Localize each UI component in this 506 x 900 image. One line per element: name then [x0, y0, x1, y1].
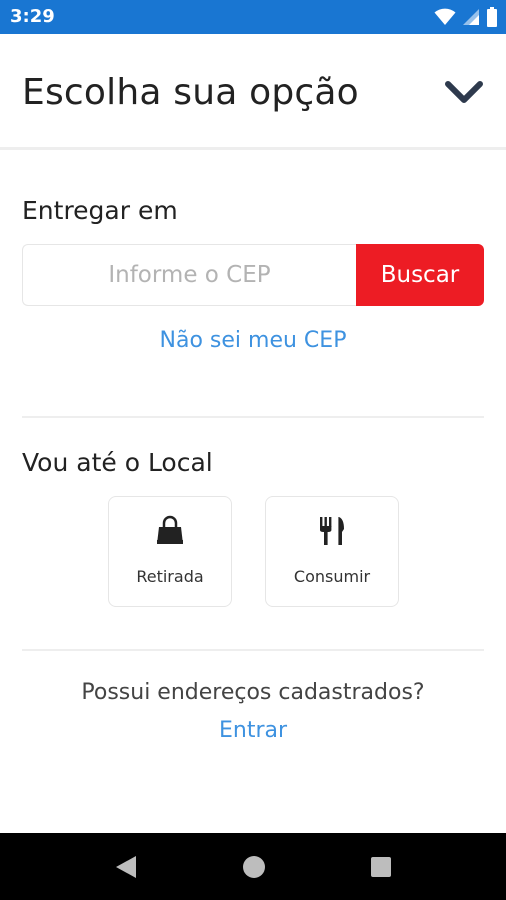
pickup-section-title: Vou até o Local: [22, 448, 213, 477]
shopping-bag-icon: [157, 515, 183, 544]
header: Escolha sua opção: [0, 34, 506, 150]
status-bar: 3:29: [0, 0, 506, 34]
delivery-section-title: Entregar em: [22, 196, 178, 225]
search-button[interactable]: Buscar: [356, 244, 484, 306]
home-icon[interactable]: [240, 853, 268, 881]
wifi-icon: [434, 8, 456, 25]
chevron-down-icon: [445, 81, 483, 103]
divider: [22, 416, 484, 418]
navigation-bar: [0, 833, 506, 900]
login-link[interactable]: Entrar: [0, 718, 506, 743]
status-time: 3:29: [10, 6, 55, 27]
option-consumir-label: Consumir: [293, 567, 371, 586]
fork-knife-icon: [320, 517, 344, 545]
option-consumir[interactable]: Consumir: [265, 496, 399, 607]
signal-icon: [463, 9, 479, 25]
status-icons: [434, 6, 498, 28]
option-retirada[interactable]: Retirada: [108, 496, 232, 607]
cep-input[interactable]: [22, 244, 356, 306]
battery-icon: [487, 7, 497, 27]
registered-address-question: Possui endereços cadastrados?: [81, 680, 425, 705]
page-title: Escolha sua opção: [22, 72, 359, 113]
unknown-cep-link[interactable]: Não sei meu CEP: [0, 328, 506, 353]
recents-icon[interactable]: [367, 853, 395, 881]
back-icon[interactable]: [112, 853, 140, 881]
divider: [22, 649, 484, 651]
collapse-toggle-button[interactable]: [444, 78, 484, 108]
option-retirada-label: Retirada: [136, 567, 204, 586]
